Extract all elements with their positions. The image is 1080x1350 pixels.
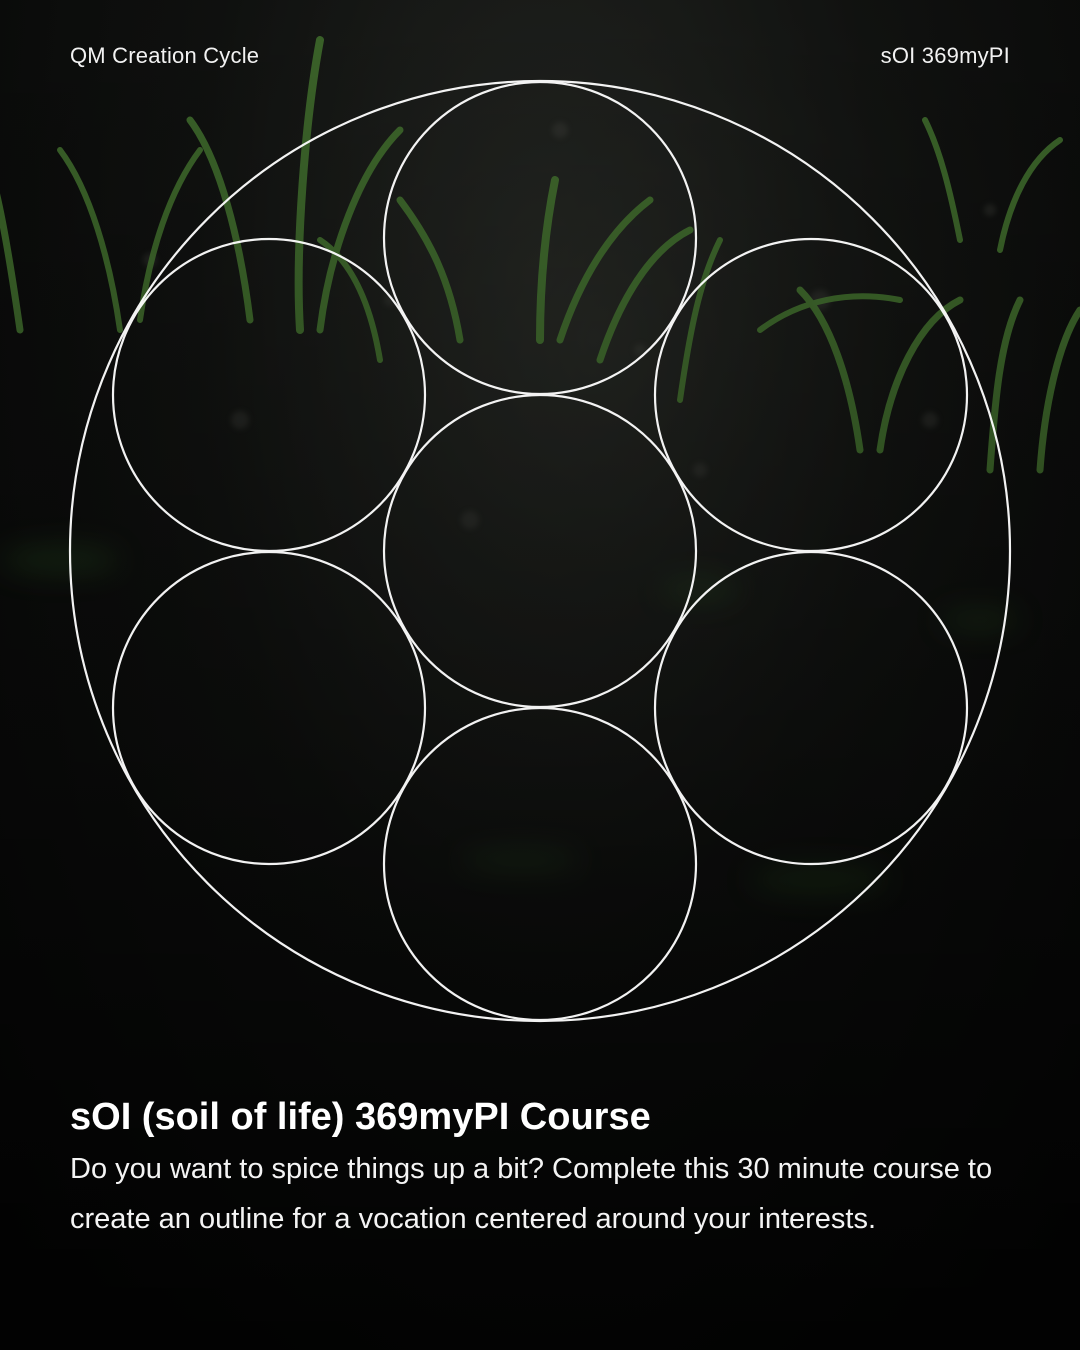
course-description: Do you want to spice things up a bit? Co… bbox=[70, 1153, 993, 1235]
course-info: sOI (soil of life) 369myPI Course Do you… bbox=[70, 1092, 1010, 1244]
inner-circle-upper-right bbox=[653, 237, 969, 553]
inner-circle-lower-right bbox=[653, 550, 969, 866]
inner-circle-bottom bbox=[382, 706, 698, 1022]
inner-circle-center bbox=[382, 393, 698, 709]
inner-circle-upper-left bbox=[111, 237, 427, 553]
inner-circle-top bbox=[382, 80, 698, 396]
outer-circle bbox=[68, 79, 1012, 1023]
course-title: sOI (soil of life) 369myPI Course bbox=[70, 1096, 651, 1138]
inner-circle-lower-left bbox=[111, 550, 427, 866]
